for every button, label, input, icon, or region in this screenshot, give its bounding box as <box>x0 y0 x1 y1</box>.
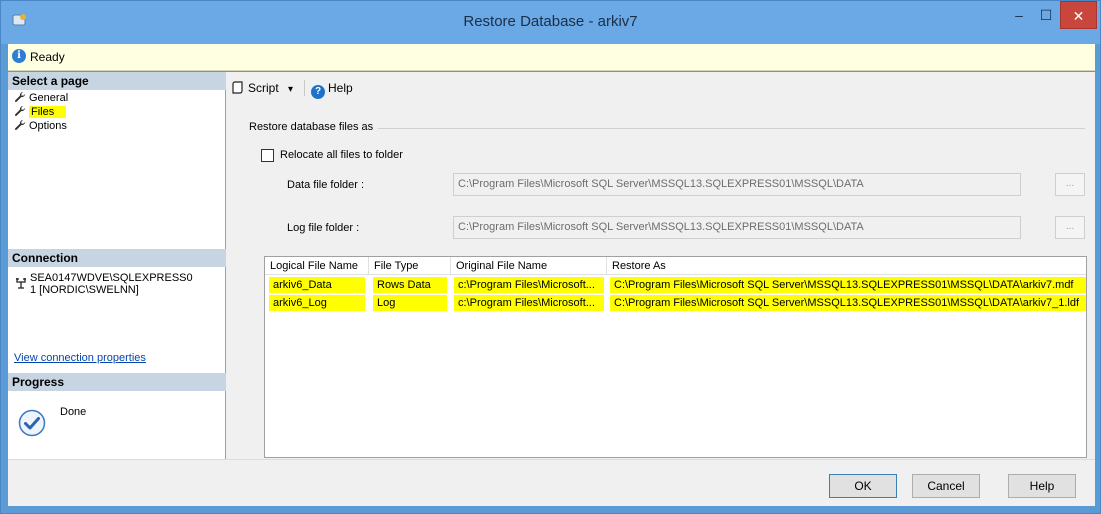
script-label: Script <box>248 81 279 95</box>
dialog-button-bar: OK Cancel Help <box>8 459 1095 506</box>
relocate-checkbox[interactable] <box>261 149 274 162</box>
status-bar: i Ready <box>8 44 1095 71</box>
window-title: Restore Database - arkiv7 <box>463 13 638 30</box>
data-folder-browse-button[interactable]: ... <box>1055 173 1085 196</box>
help-toolbar-label: Help <box>328 81 353 95</box>
connection-server: SEA0147WDVE\SQLEXPRESS0 <box>30 272 193 284</box>
progress-status: Done <box>60 406 87 418</box>
done-check-icon <box>18 409 46 437</box>
help-button[interactable]: Help <box>1008 474 1076 498</box>
select-page-header: Select a page <box>8 72 226 90</box>
cell-file-type[interactable]: Log <box>373 295 447 311</box>
page-item-general[interactable]: General <box>14 91 68 105</box>
page-label-options: Options <box>29 120 67 132</box>
wrench-icon <box>15 105 26 116</box>
help-icon: ? <box>311 85 325 99</box>
files-grid[interactable]: Logical File Name File Type Original Fil… <box>264 256 1087 458</box>
cell-restore-as[interactable]: C:\Program Files\Microsoft SQL Server\MS… <box>610 295 1086 311</box>
info-icon: i <box>12 49 26 63</box>
wrench-icon <box>15 91 26 102</box>
cell-file-type[interactable]: Rows Data <box>373 277 447 293</box>
view-connection-properties-link[interactable]: View connection properties <box>14 352 146 364</box>
connection-user: 1 [NORDIC\SWELNN] <box>30 284 139 296</box>
page-item-options[interactable]: Options <box>14 119 67 133</box>
files-highlight-extension <box>56 106 67 118</box>
server-connection-icon <box>16 278 26 289</box>
close-button[interactable]: ✕ <box>1060 1 1097 29</box>
column-header-file-type[interactable]: File Type <box>369 257 451 275</box>
ok-button[interactable]: OK <box>829 474 897 498</box>
wrench-icon <box>15 119 26 130</box>
right-pane: Script ▾ ? Help Restore database files as… <box>227 72 1095 459</box>
cell-logical-name[interactable]: arkiv6_Log <box>269 295 365 311</box>
table-row[interactable]: arkiv6_Log Log c:\Program Files\Microsof… <box>265 294 1086 312</box>
minimize-button[interactable]: – <box>1006 1 1032 29</box>
log-folder-browse-button[interactable]: ... <box>1055 216 1085 239</box>
table-row[interactable]: arkiv6_Data Rows Data c:\Program Files\M… <box>265 276 1086 294</box>
script-icon <box>232 81 243 94</box>
script-dropdown-icon[interactable]: ▾ <box>288 84 293 95</box>
page-item-files[interactable]: Files <box>14 105 67 119</box>
log-folder-label: Log file folder : <box>287 222 360 234</box>
script-button[interactable]: Script ▾ <box>231 79 293 97</box>
cancel-button[interactable]: Cancel <box>912 474 980 498</box>
status-text: Ready <box>30 50 65 64</box>
cell-restore-as[interactable]: C:\Program Files\Microsoft SQL Server\MS… <box>610 277 1086 293</box>
log-folder-input[interactable]: C:\Program Files\Microsoft SQL Server\MS… <box>453 216 1021 239</box>
grid-header: Logical File Name File Type Original Fil… <box>265 257 1086 275</box>
help-toolbar-button[interactable]: ? Help <box>311 79 353 99</box>
column-header-original-name[interactable]: Original File Name <box>451 257 607 275</box>
column-header-restore-as[interactable]: Restore As <box>607 257 1086 275</box>
data-folder-input[interactable]: C:\Program Files\Microsoft SQL Server\MS… <box>453 173 1021 196</box>
page-label-general: General <box>29 92 69 104</box>
relocate-label[interactable]: Relocate all files to folder <box>280 149 403 161</box>
restore-database-window: Restore Database - arkiv7 – ☐ ✕ i Ready … <box>0 0 1101 514</box>
connection-header: Connection <box>8 249 226 267</box>
title-bar[interactable]: Restore Database - arkiv7 – ☐ ✕ <box>1 1 1100 44</box>
restore-files-group-title: Restore database files as <box>249 121 379 133</box>
connection-info: SEA0147WDVE\SQLEXPRESS0 1 [NORDIC\SWELNN… <box>30 272 224 296</box>
left-pane: Select a page General Files Options Conn… <box>8 72 226 459</box>
cell-logical-name[interactable]: arkiv6_Data <box>269 277 365 293</box>
dialog-content: Select a page General Files Options Conn… <box>8 72 1095 506</box>
progress-header: Progress <box>8 373 226 391</box>
page-label-files: Files <box>29 106 57 118</box>
toolbar-separator <box>304 80 305 96</box>
column-header-logical-name[interactable]: Logical File Name <box>265 257 369 275</box>
data-folder-label: Data file folder : <box>287 179 365 191</box>
cell-original-name[interactable]: c:\Program Files\Microsoft... <box>454 295 604 311</box>
maximize-button[interactable]: ☐ <box>1033 1 1059 29</box>
cell-original-name[interactable]: c:\Program Files\Microsoft... <box>454 277 604 293</box>
